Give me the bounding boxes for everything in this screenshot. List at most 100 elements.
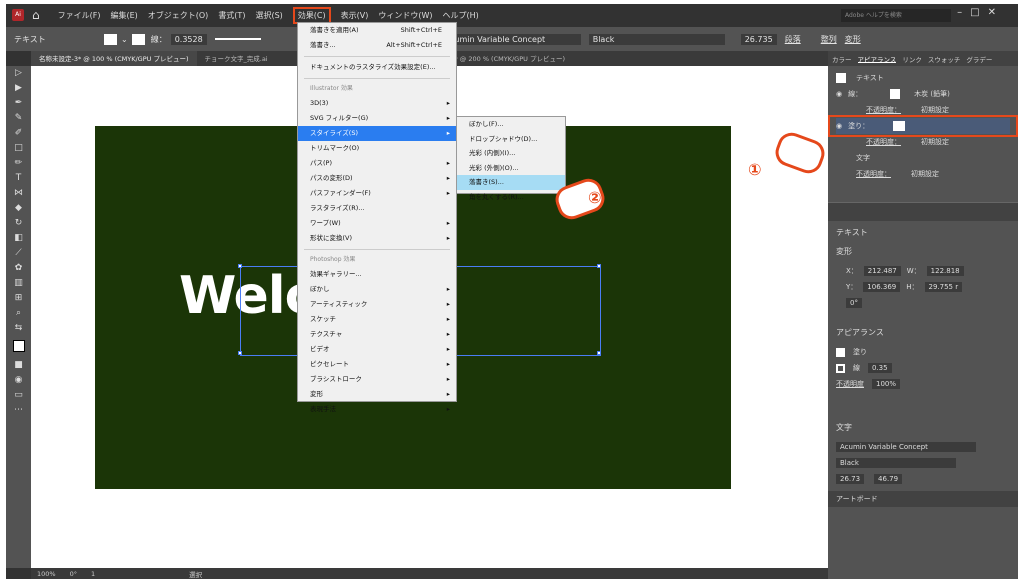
width-input[interactable]: 122.818	[926, 266, 964, 276]
symbol-tool-icon[interactable]: ✿	[6, 261, 31, 276]
selection-handle[interactable]	[238, 264, 242, 268]
fill-swatch[interactable]	[836, 347, 845, 357]
prop-size-row[interactable]: 26.73 46.79	[828, 471, 1018, 487]
prop-opacity-row[interactable]: 不透明度 100%	[828, 376, 1018, 392]
menu-item-trim-marks[interactable]: トリムマーク(O)	[298, 141, 456, 156]
menu-item-texture[interactable]: テクスチャ ▸	[298, 327, 456, 342]
menu-item-path[interactable]: パス(P) ▸	[298, 156, 456, 171]
stroke-profile[interactable]	[214, 38, 261, 40]
menu-item-warp[interactable]: ワープ(W) ▸	[298, 216, 456, 231]
menu-help[interactable]: ヘルプ(H)	[442, 10, 478, 21]
menu-item-artistic[interactable]: アーティスティック ▸	[298, 297, 456, 312]
rotate-tool-icon[interactable]: ↻	[6, 216, 31, 231]
stroke-weight-input[interactable]: 0.3528	[170, 33, 207, 45]
transform-link[interactable]: 変形	[845, 34, 861, 45]
menu-item-convert-to-shape[interactable]: 形状に変換(V) ▸	[298, 231, 456, 246]
brush-tool-icon[interactable]: ✐	[6, 126, 31, 141]
y-input[interactable]: 106.369	[863, 282, 901, 292]
angle-input[interactable]: 0°	[846, 298, 862, 308]
mirror-tool-icon[interactable]: ⋈	[6, 186, 31, 201]
x-input[interactable]: 212.487	[863, 266, 901, 276]
stroke-swatch[interactable]	[131, 33, 145, 45]
align-link[interactable]: 整列	[821, 34, 837, 45]
menu-file[interactable]: ファイル(F)	[58, 10, 101, 21]
zoom-level[interactable]: 100%	[37, 570, 56, 578]
tab-document-2[interactable]: チョーク文字_完成.ai	[197, 51, 276, 66]
menu-item-pathfinder[interactable]: パスファインダー(F) ▸	[298, 186, 456, 201]
appearance-stroke-row[interactable]: ◉ 線： 木炭 (鉛筆)	[836, 86, 1010, 102]
font-family-select[interactable]: Acumin Variable Concept	[836, 442, 976, 452]
appearance-fill-row[interactable]: ◉ 塗り：	[828, 115, 1018, 137]
pen-tool-icon[interactable]: ✒	[6, 96, 31, 111]
zoom-tool-icon[interactable]: ⌕	[6, 306, 31, 321]
menu-item-effect-gallery[interactable]: 効果ギャラリー...	[298, 267, 456, 282]
gradient-tool-icon[interactable]: ◧	[6, 231, 31, 246]
more-tools-icon[interactable]: ⋯	[6, 403, 31, 418]
stroke-weight-input[interactable]: 0.35	[868, 363, 892, 373]
artboard-number[interactable]: 1	[91, 570, 95, 578]
selection-handle[interactable]	[238, 351, 242, 355]
menu-object[interactable]: オブジェクト(O)	[148, 10, 209, 21]
window-controls[interactable]: –□✕	[957, 7, 1004, 18]
menu-item-apply-last-effect[interactable]: 落書きを適用(A) Shift+Ctrl+E	[298, 23, 456, 38]
color-mode-icon[interactable]: ■	[6, 358, 31, 373]
submenu-item-feather[interactable]: ぼかし(F)...	[457, 117, 565, 132]
prop-style-row[interactable]: Black	[828, 455, 1018, 471]
menu-edit[interactable]: 編集(E)	[110, 10, 137, 21]
screen-mode-icon[interactable]: ▭	[6, 388, 31, 403]
menu-item-stylize[interactable]: スタイライズ(S) ▸	[298, 126, 456, 141]
eyedropper-tool-icon[interactable]: ⟋	[6, 246, 31, 261]
chevron-down-icon[interactable]: ⌄	[121, 35, 128, 44]
font-size-input[interactable]: 26.735	[740, 33, 777, 45]
submenu-item-round-corners[interactable]: 角を丸くする(R)...	[457, 190, 565, 205]
menu-item-rasterize[interactable]: ラスタライズ(R)...	[298, 201, 456, 216]
opacity-link[interactable]: 不透明度：	[866, 105, 901, 115]
submenu-item-outer-glow[interactable]: 光彩 (外側)(O)...	[457, 161, 565, 176]
tab-document-1[interactable]: 名称未設定-3* @ 100 % (CMYK/GPU プレビュー)	[31, 51, 197, 66]
curvature-tool-icon[interactable]: ✎	[6, 111, 31, 126]
menu-item-distort-transform[interactable]: パスの変形(D) ▸	[298, 171, 456, 186]
prop-fill-row[interactable]: 塗り	[828, 344, 1018, 360]
fill-stroke-indicator[interactable]	[6, 336, 31, 358]
artboard-tool-icon[interactable]: ⊞	[6, 291, 31, 306]
tab-appearance[interactable]: アピアランス	[857, 54, 897, 64]
rotation-value[interactable]: 0°	[70, 570, 77, 578]
menu-type[interactable]: 書式(T)	[218, 10, 245, 21]
leading-input[interactable]: 46.79	[874, 474, 903, 484]
font-style-select[interactable]: Black	[588, 33, 725, 45]
fill-swatch[interactable]	[104, 33, 117, 45]
opacity-input[interactable]: 100%	[872, 379, 901, 389]
prop-font-row[interactable]: Acumin Variable Concept	[828, 439, 1018, 455]
eraser-tool-icon[interactable]: ◆	[6, 201, 31, 216]
eye-icon[interactable]: ◉	[836, 90, 842, 98]
tab-gradient[interactable]: グラデー	[966, 54, 992, 64]
menu-select[interactable]: 選択(S)	[255, 10, 282, 21]
opacity-link[interactable]: 不透明度：	[856, 169, 891, 179]
height-input[interactable]: 29.755 r	[924, 282, 963, 292]
menu-window[interactable]: ウィンドウ(W)	[378, 10, 432, 21]
tab-color[interactable]: カラー	[832, 54, 852, 64]
stroke-swatch[interactable]	[890, 89, 901, 99]
menu-item-last-effect[interactable]: 落書き... Alt+Shift+Ctrl+E	[298, 38, 456, 53]
paragraph-link[interactable]: 段落	[785, 34, 801, 45]
graph-tool-icon[interactable]: ▥	[6, 276, 31, 291]
menu-item-video[interactable]: ビデオ ▸	[298, 342, 456, 357]
menu-item-raster-settings[interactable]: ドキュメントのラスタライズ効果設定(E)...	[298, 60, 456, 75]
direct-selection-tool-icon[interactable]: ▶	[6, 81, 31, 96]
stroke-swatch[interactable]	[836, 363, 845, 373]
pencil-tool-icon[interactable]: ✏	[6, 156, 31, 171]
draw-mode-icon[interactable]: ◉	[6, 373, 31, 388]
help-search-input[interactable]: Adobe ヘルプを検索	[841, 9, 951, 22]
prop-stroke-row[interactable]: 線 0.35	[828, 360, 1018, 376]
font-family-select[interactable]: Acumin Variable Concept	[440, 33, 581, 45]
menu-item-distort[interactable]: 変形 ▸	[298, 387, 456, 402]
rectangle-tool-icon[interactable]: □	[6, 141, 31, 156]
menu-item-3d[interactable]: 3D(3) ▸	[298, 96, 456, 111]
home-icon[interactable]: ⌂	[32, 8, 40, 22]
menu-item-sketch[interactable]: スケッチ ▸	[298, 312, 456, 327]
submenu-item-inner-glow[interactable]: 光彩 (内側)(I)...	[457, 146, 565, 161]
menu-view[interactable]: 表示(V)	[341, 10, 369, 21]
tab-swatches[interactable]: スウォッチ	[928, 54, 961, 64]
submenu-item-drop-shadow[interactable]: ドロップシャドウ(D)...	[457, 132, 565, 147]
menu-item-pixelate[interactable]: ピクセレート ▸	[298, 357, 456, 372]
